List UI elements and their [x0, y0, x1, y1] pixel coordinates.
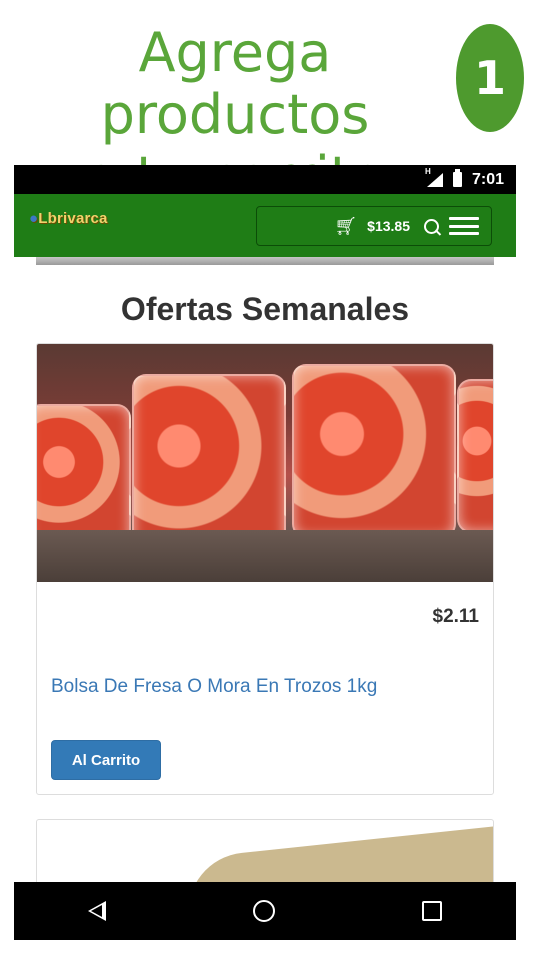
cart-total[interactable]: $13.85 [367, 218, 410, 234]
brand-logo[interactable]: ●Lbrivarca [29, 210, 108, 227]
battery-icon [452, 169, 462, 187]
step-number-badge: 1 [456, 24, 524, 132]
app-header: ●Lbrivarca 🛒︎ $13.85 [14, 194, 516, 257]
hamburger-menu-icon[interactable] [449, 217, 479, 235]
status-bar: H 7:01 [14, 165, 516, 194]
product-image[interactable] [37, 344, 493, 582]
headline-line-1: Agrega productos [100, 21, 370, 146]
product-name-link[interactable]: Bolsa De Fresa O Mora En Trozos 1kg [51, 676, 377, 698]
back-icon[interactable] [87, 901, 106, 921]
search-icon[interactable] [424, 218, 439, 234]
shopping-cart-icon[interactable]: 🛒︎ [334, 216, 357, 237]
phone-screen: H 7:01 ●Lbrivarca 🛒︎ $13.85 Ofertas Sema… [14, 165, 516, 940]
signal-icon: H [425, 167, 443, 187]
add-to-cart-button[interactable]: Al Carrito [51, 740, 161, 780]
banner-carousel-edge [36, 257, 494, 265]
logo-text: Lbrivarca [38, 210, 108, 227]
android-nav-bar [14, 882, 516, 940]
status-time: 7:01 [471, 170, 504, 188]
page-content: Ofertas Semanales $2.11 Bolsa De Fresa O… [14, 257, 516, 901]
product-card: $2.11 Bolsa De Fresa O Mora En Trozos 1k… [36, 343, 494, 795]
home-icon[interactable] [252, 900, 275, 922]
network-type: H [424, 166, 431, 176]
header-actions: 🛒︎ $13.85 [256, 206, 492, 246]
product-price: $2.11 [432, 606, 480, 627]
section-title: Ofertas Semanales [120, 291, 410, 327]
recent-apps-icon[interactable] [422, 901, 443, 921]
